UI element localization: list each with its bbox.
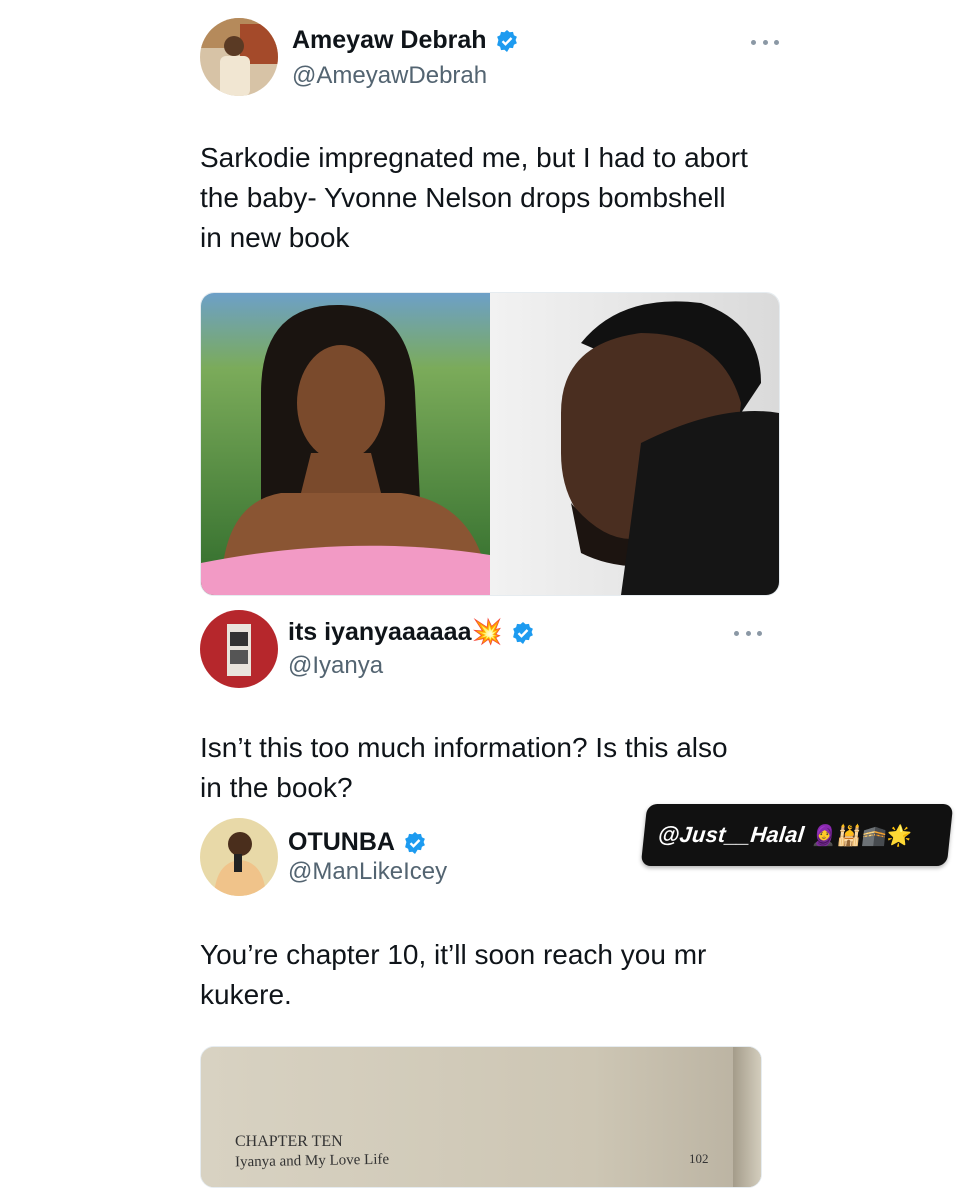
otunba-avatar[interactable] <box>200 818 278 896</box>
tweet3-media[interactable]: CHAPTER TEN Iyanya and My Love Life 102 <box>200 1046 762 1188</box>
otunba-name[interactable]: OTUNBA <box>288 828 427 857</box>
iyanya-handle[interactable]: @Iyanya <box>288 652 383 680</box>
ameyaw-avatar[interactable] <box>200 18 278 96</box>
book-page-edge <box>733 1047 761 1187</box>
collision-emoji: 💥 <box>471 618 503 646</box>
verified-badge-icon <box>496 29 517 52</box>
ameyaw-name[interactable]: Ameyaw Debrah <box>292 26 519 55</box>
verified-badge-icon <box>405 831 425 854</box>
watermark-badge: @Just__Halal 🧕🕌🕋🌟 <box>640 804 954 866</box>
news-photo-collage <box>201 293 779 595</box>
book-page-number: 102 <box>689 1151 709 1166</box>
tweet1-text: Sarkodie impregnated me, but I had to ab… <box>200 142 748 253</box>
watermark-emojis: 🧕🕌🕋🌟 <box>810 824 913 847</box>
more-options-icon[interactable] <box>734 628 762 638</box>
book-chapter-heading: CHAPTER TEN <box>235 1133 343 1150</box>
tweet1-media[interactable] <box>200 292 780 596</box>
ameyaw-handle[interactable]: @AmeyawDebrah <box>292 62 487 90</box>
otunba-handle[interactable]: @ManLikeIcey <box>288 858 447 886</box>
iyanya-avatar[interactable] <box>200 610 278 688</box>
tweet3-text: You’re chapter 10, it’ll soon reach you … <box>200 939 707 1010</box>
iyanya-name[interactable]: its iyanyaaaaaa💥 <box>288 618 535 647</box>
tweet2-text: Isn’t this too much information? Is this… <box>200 732 728 803</box>
more-options-icon[interactable] <box>751 37 779 47</box>
verified-badge-icon <box>512 621 533 644</box>
book-chapter-subtitle: Iyanya and My Love Life <box>234 1151 390 1171</box>
